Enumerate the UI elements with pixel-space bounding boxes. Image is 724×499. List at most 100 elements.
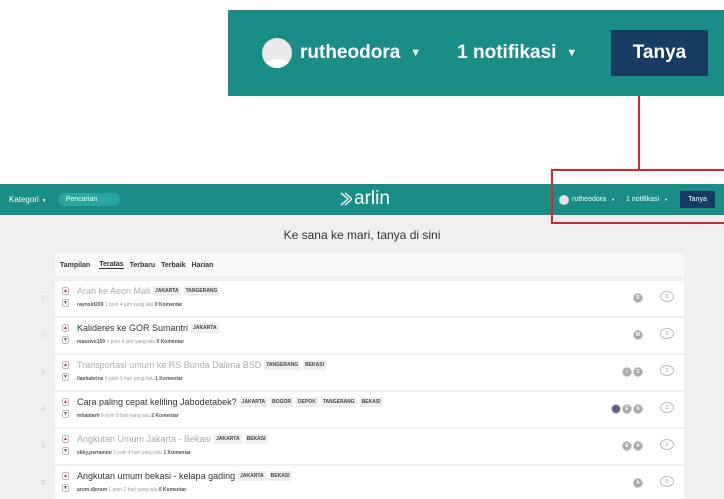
tag-badge[interactable]: BEKASI <box>268 471 292 481</box>
question-title-text[interactable]: Angkutan umum bekasi - kelapa gading <box>77 471 235 481</box>
author-link[interactable]: mhaidarh <box>77 413 100 419</box>
tag-badge[interactable]: BOGOR <box>270 397 294 407</box>
comment-bubble-icon[interactable]: 1 <box>660 365 674 376</box>
author-link[interactable]: arum.djeram <box>77 487 107 493</box>
participant-avatars: EA <box>610 404 643 414</box>
tag-badge[interactable]: TANGERANG <box>264 360 301 370</box>
comment-count-link[interactable]: 0 Komentar <box>159 487 187 493</box>
chevron-down-icon[interactable]: ▼ <box>566 47 577 59</box>
chevron-down-icon[interactable]: ▼ <box>410 47 421 59</box>
question-title[interactable]: Kalideres ke GOR Sumantri JAKARTA <box>77 323 219 333</box>
tag-badge[interactable]: DEPOK <box>296 397 318 407</box>
downvote-icon[interactable]: ▼ <box>62 410 69 418</box>
search-input[interactable]: Pencarian <box>57 193 120 206</box>
question-title-text[interactable]: Arah ke Aeon Mall <box>77 286 150 296</box>
comment-bubble-icon[interactable]: 0 <box>660 291 674 302</box>
author-link[interactable]: massive169 <box>77 339 105 345</box>
upvote-icon[interactable]: ▲ <box>62 287 69 295</box>
upvote-icon[interactable]: ▲ <box>62 398 69 406</box>
category-menu[interactable]: Kategori ▼ <box>9 195 47 204</box>
tag-badge[interactable]: BEKASI <box>359 397 383 407</box>
meta-info: 9 poin 9 hari yang lalu <box>100 413 150 419</box>
page: rutheodora ▼ 1 notifikasi ▼ Tanya Katego… <box>0 0 724 499</box>
tag-badge[interactable]: JAKARTA <box>153 286 181 296</box>
tag-badge[interactable]: JAKARTA <box>239 397 268 407</box>
participant-avatar[interactable]: S <box>633 367 643 377</box>
tab-top[interactable]: Teratas <box>99 261 124 269</box>
author-link[interactable]: raynold209 <box>77 302 103 308</box>
comment-bubble-icon[interactable]: 2 <box>660 402 674 413</box>
vote-controls: ▲ ▼ <box>62 398 69 422</box>
question-rank: 2 <box>41 332 45 339</box>
downvote-icon[interactable]: ▼ <box>62 336 69 344</box>
tab-best[interactable]: Terbaik <box>161 262 185 269</box>
question-title[interactable]: Angkutan Umum Jakarta - Bekasi JAKARTA BEK… <box>77 434 268 444</box>
question-title[interactable]: Arah ke Aeon Mall JAKARTA TANGERANG <box>77 286 220 296</box>
question-title-text[interactable]: Angkutan Umum Jakarta - Bekasi <box>77 434 211 444</box>
downvote-icon[interactable]: ▼ <box>62 299 69 307</box>
table-row: 1 ▲ ▼ Arah ke Aeon Mall JAKARTA TANGERANG … <box>0 280 724 317</box>
username-label[interactable]: rutheodora <box>300 42 400 64</box>
tag-badge[interactable]: BEKASI <box>244 434 268 444</box>
question-card[interactable]: ▲ ▼ Transportasi umum ke RS Bunda Dalima… <box>55 355 684 390</box>
tag-badge[interactable]: TANGERANG <box>320 397 357 407</box>
comment-bubble-icon[interactable]: 0 <box>660 328 674 339</box>
tag-badge[interactable]: BEKASI <box>303 360 327 370</box>
table-row: 2 ▲ ▼ Kalideres ke GOR Sumantri JAKARTA m… <box>0 317 724 354</box>
participant-avatar[interactable]: M <box>633 330 643 340</box>
comment-bubble-icon[interactable]: 1 <box>660 439 674 450</box>
comment-count-link[interactable]: 1 Komentar <box>155 376 183 382</box>
participant-avatar[interactable]: E <box>622 441 632 451</box>
upvote-icon[interactable]: ▲ <box>62 361 69 369</box>
question-title[interactable]: Angkutan umum bekasi - kelapa gading JAKA… <box>77 471 292 481</box>
tab-newest[interactable]: Terbaru <box>130 262 156 269</box>
tag-badge[interactable]: JAKARTA <box>238 471 266 481</box>
participant-avatar[interactable]: A <box>633 441 643 451</box>
question-title-text[interactable]: Cara paling cepat keliling Jabodetabek? <box>77 397 237 407</box>
category-label: Kategori <box>9 195 39 204</box>
tab-daily[interactable]: Harian <box>192 262 214 269</box>
participant-avatar[interactable]: A <box>633 478 643 488</box>
user-avatar[interactable] <box>262 38 292 68</box>
question-title-text[interactable]: Kalideres ke GOR Sumantri <box>77 323 188 333</box>
question-title[interactable]: Transportasi umum ke RS Bunda Dalima BSD… <box>77 360 327 370</box>
downvote-icon[interactable]: ▼ <box>62 373 69 381</box>
participant-avatar[interactable]: I <box>622 367 632 377</box>
downvote-icon[interactable]: ▼ <box>62 447 69 455</box>
question-title[interactable]: Cara paling cepat keliling Jabodetabek? J… <box>77 397 383 407</box>
tag-badge[interactable]: JAKARTA <box>214 434 242 444</box>
question-card[interactable]: ▲ ▼ Cara paling cepat keliling Jabodetab… <box>55 392 684 427</box>
vote-controls: ▲ ▼ <box>62 435 69 459</box>
vote-controls: ▲ ▼ <box>62 324 69 348</box>
comment-count-link[interactable]: 2 Komentar <box>151 413 179 419</box>
meta-info: 6 poin 3 hari yang lalu <box>104 376 154 382</box>
author-link[interactable]: ilashabrina <box>77 376 103 382</box>
question-card[interactable]: ▲ ▼ Angkutan umum bekasi - kelapa gading… <box>55 466 684 499</box>
upvote-icon[interactable]: ▲ <box>62 435 69 443</box>
participant-avatar[interactable]: A <box>633 404 643 414</box>
tag-badge[interactable]: JAKARTA <box>191 323 219 333</box>
participant-avatar[interactable]: E <box>622 404 632 414</box>
question-card[interactable]: ▲ ▼ Arah ke Aeon Mall JAKARTA TANGERANG ra… <box>55 281 684 316</box>
notifications-label[interactable]: 1 notifikasi <box>457 42 556 64</box>
comment-count-link[interactable]: 1 Komentar <box>163 450 191 456</box>
comment-count-link[interactable]: 0 Komentar <box>157 339 185 345</box>
tag-badge[interactable]: TANGERANG <box>183 286 220 296</box>
comment-bubble-icon[interactable]: 0 <box>660 476 674 487</box>
downvote-icon[interactable]: ▼ <box>62 484 69 492</box>
question-meta: massive169 1 poin 4 jam yang lalu 0 Kome… <box>77 339 184 345</box>
sort-tabs: Tampilan Teratas Terbaru Terbaik Harian <box>55 254 684 276</box>
meta-info: 1 poin 4 jam yang lalu <box>104 302 154 308</box>
question-title-text[interactable]: Transportasi umum ke RS Bunda Dalima BSD <box>77 360 261 370</box>
upvote-icon[interactable]: ▲ <box>62 472 69 480</box>
logo-text: arlin <box>354 188 390 209</box>
question-card[interactable]: ▲ ▼ Angkutan Umum Jakarta - Bekasi JAKART… <box>55 429 684 464</box>
ask-button[interactable]: Tanya <box>611 30 708 76</box>
site-logo[interactable]: arlin <box>340 188 390 210</box>
participant-avatar[interactable] <box>611 404 621 414</box>
participant-avatar[interactable]: R <box>633 293 643 303</box>
question-card[interactable]: ▲ ▼ Kalideres ke GOR Sumantri JAKARTA mas… <box>55 318 684 353</box>
author-link[interactable]: ekky.pertamini <box>77 450 112 456</box>
comment-count-link[interactable]: 0 Komentar <box>155 302 183 308</box>
upvote-icon[interactable]: ▲ <box>62 324 69 332</box>
